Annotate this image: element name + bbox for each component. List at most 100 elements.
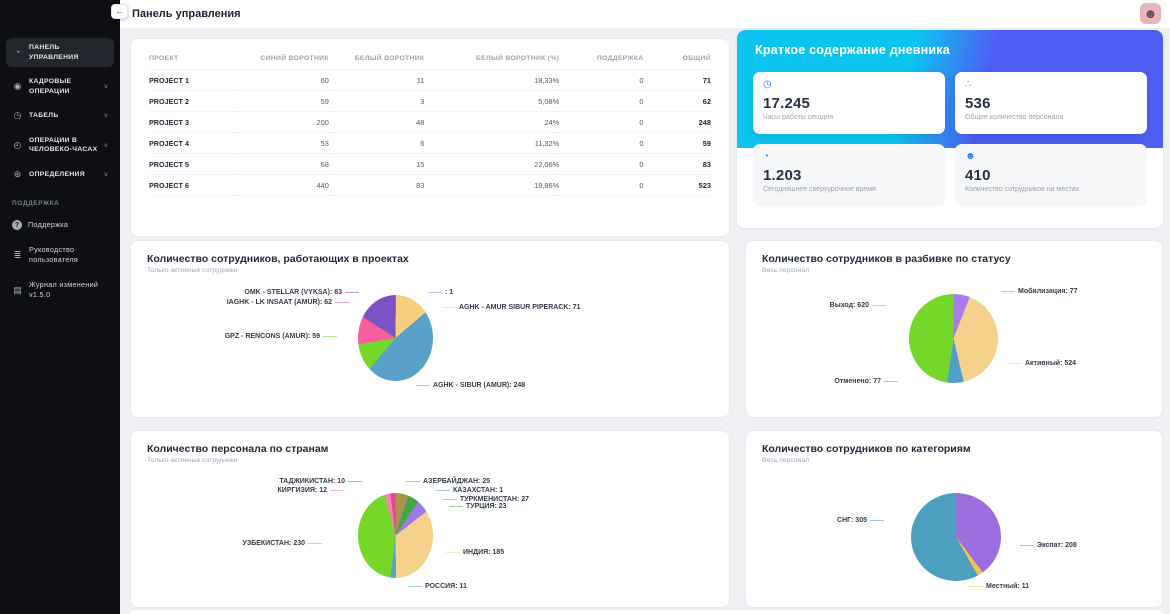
cell-total: 248 — [644, 112, 711, 133]
pie-label: СНГ: 305 — [837, 517, 884, 524]
sidebar-section-support-label: ПОДДЕРЖКА — [12, 200, 108, 207]
sidebar-item-hr-operations[interactable]: ◉ КАДРОВЫЕ ОПЕРАЦИИ ∨ — [6, 72, 114, 101]
cell-total: 83 — [644, 154, 711, 175]
pie-label: GPZ - RENCONS (AMUR): 59 — [225, 333, 337, 340]
sidebar-item-dashboard[interactable]: ◔ ПАНЕЛЬ УПРАВЛЕНИЯ — [6, 38, 114, 67]
cell: 440 — [233, 175, 329, 196]
pie-label: AGHK - SIBUR (AMUR): 248 — [416, 382, 525, 389]
leader-line — [323, 336, 337, 337]
projects-table-card: ПРОЕКТ СИНИЙ ВОРОТНИК БЕЛЫЙ ВОРОТНИК БЕЛ… — [130, 38, 730, 237]
leader-line — [335, 302, 349, 303]
leader-line — [449, 506, 463, 507]
cell: 11 — [329, 70, 425, 91]
stat-value: 1.203 — [763, 167, 935, 184]
clock-icon: ◷ — [763, 80, 935, 90]
overtime-clock-icon: ◔ — [763, 152, 935, 162]
sidebar-support-nav: ? Поддержка ≣ Руководство пользователя ▤… — [0, 215, 120, 305]
chevron-down-icon: ∨ — [104, 112, 108, 119]
top-header: Панель управления ☻ — [120, 0, 1170, 28]
chart-subtitle: Весь персонал — [762, 267, 1162, 274]
column-header: БЕЛЫЙ ВОРОТНИК — [329, 49, 425, 70]
sidebar-item-manhour-operations[interactable]: ◴ ОПЕРАЦИИ В ЧЕЛОВЕКО-ЧАСАХ ∨ — [6, 131, 114, 160]
cell: 24% — [424, 112, 559, 133]
cell-total: 71 — [644, 70, 711, 91]
sidebar-item-label: ПАНЕЛЬ УПРАВЛЕНИЯ — [29, 43, 108, 62]
leader-line — [1008, 363, 1022, 364]
chart-title: Количество сотрудников, работающих в про… — [147, 253, 729, 265]
chart-subtitle: Весь персонал — [762, 457, 1162, 464]
stat-tile-total-personnel: ∴ 536 Общее количество персонала — [955, 72, 1147, 134]
stat-value: 536 — [965, 95, 1137, 112]
leader-line — [969, 586, 983, 587]
pie-label: : 1 — [428, 289, 453, 296]
leader-line — [1020, 545, 1034, 546]
cell: 6 — [329, 133, 425, 154]
pie-chart-status[interactable] — [909, 294, 998, 383]
table-row: PROJECT 25935,08%062 — [149, 91, 711, 112]
pie-label: ТАДЖИКИСТАН: 10 — [279, 478, 362, 485]
pie-label: Мобилизация: 77 — [1001, 288, 1078, 295]
pie-label: ТУРЦИЯ: 23 — [449, 503, 507, 510]
leader-line — [416, 385, 430, 386]
leader-line — [408, 586, 422, 587]
pie-label: РОССИЯ: 11 — [408, 583, 467, 590]
pie-label: AGHK - AMUR SIBUR PIPERACK: 71 — [442, 304, 580, 311]
sidebar-item-label: КАДРОВЫЕ ОПЕРАЦИИ — [29, 77, 98, 96]
sidebar-item-label: ОПЕРАЦИИ В ЧЕЛОВЕКО-ЧАСАХ — [29, 136, 98, 155]
table-row: PROJECT 5681522,06%083 — [149, 154, 711, 175]
stat-tile-onsite-employees: ☻ 410 Количество сотрудников на местах — [955, 144, 1147, 206]
pie-chart-projects[interactable] — [358, 295, 433, 381]
cell-total: 523 — [644, 175, 711, 196]
cell-project: PROJECT 4 — [149, 133, 233, 154]
cell: 15 — [329, 154, 425, 175]
summary-tiles: ◷ 17.245 Часы работы сегодня ∴ 536 Общее… — [753, 72, 1147, 206]
pie-label: Активный: 524 — [1008, 360, 1076, 367]
next-card-top-edge — [130, 610, 1163, 614]
summary-title: Краткое содержание дневника — [755, 43, 950, 57]
team-icon: ∴ — [965, 80, 1137, 90]
leader-line — [443, 499, 457, 500]
cell: 18,33% — [424, 70, 559, 91]
leader-line — [1001, 291, 1015, 292]
chart-card-employees-by-category: Количество сотрудников по категориям Вес… — [745, 430, 1163, 608]
pie-label: Выход: 620 — [830, 302, 886, 309]
changelog-icon: ▤ — [12, 286, 23, 295]
column-header: ПРОЕКТ — [149, 49, 233, 70]
table-row: PROJECT 453611,32%059 — [149, 133, 711, 154]
sidebar-item-definitions[interactable]: ⊛ ОПРЕДЕЛЕНИЯ ∨ — [6, 165, 114, 185]
sidebar-nav: ◔ ПАНЕЛЬ УПРАВЛЕНИЯ ◉ КАДРОВЫЕ ОПЕРАЦИИ … — [0, 0, 120, 184]
leader-line — [446, 552, 460, 553]
stat-value: 17.245 — [763, 95, 935, 112]
sidebar-item-timesheet[interactable]: ◷ ТАБЕЛЬ ∨ — [6, 106, 114, 126]
cell: 3 — [329, 91, 425, 112]
stat-caption: Часы работы сегодня — [763, 114, 935, 121]
cell: 0 — [559, 70, 643, 91]
sidebar-item-changelog[interactable]: ▤ Журнал изменений v1.5.0 — [6, 275, 114, 305]
pie-label: Отменено: 77 — [834, 378, 898, 385]
person-icon: ☻ — [965, 152, 1137, 162]
chart-title: Количество сотрудников в разбивке по ста… — [762, 253, 1162, 265]
cell: 68 — [233, 154, 329, 175]
sidebar-item-label: Руководство пользователя — [29, 245, 108, 265]
stat-caption: Общее количество персонала — [965, 114, 1137, 121]
stat-tile-overtime: ◔ 1.203 Сегодняшнее сверхурочное время — [753, 144, 945, 206]
cell: 200 — [233, 112, 329, 133]
table-header-row: ПРОЕКТ СИНИЙ ВОРОТНИК БЕЛЫЙ ВОРОТНИК БЕЛ… — [149, 49, 711, 70]
pie-chart-countries[interactable] — [358, 493, 433, 578]
pie-chart-categories[interactable] — [911, 493, 1001, 581]
pie-label: КИРГИЗИЯ: 12 — [278, 487, 344, 494]
people-icon: ◉ — [12, 82, 23, 91]
leader-line — [308, 543, 322, 544]
stat-caption: Количество сотрудников на местах — [965, 186, 1137, 193]
cell-project: PROJECT 3 — [149, 112, 233, 133]
sidebar-collapse-button[interactable]: ← — [111, 4, 128, 19]
sidebar-item-user-guide[interactable]: ≣ Руководство пользователя — [6, 240, 114, 270]
clock-icon: ◷ — [12, 111, 23, 120]
cell: 0 — [559, 154, 643, 175]
avatar[interactable]: ☻ — [1140, 3, 1161, 24]
sidebar-item-support[interactable]: ? Поддержка — [6, 215, 114, 235]
daily-summary-card: Краткое содержание дневника ◷ 17.245 Час… — [737, 30, 1163, 228]
back-arrow-icon: ← — [116, 7, 124, 16]
pie-label: Экспат: 208 — [1020, 542, 1077, 549]
cell-total: 62 — [644, 91, 711, 112]
